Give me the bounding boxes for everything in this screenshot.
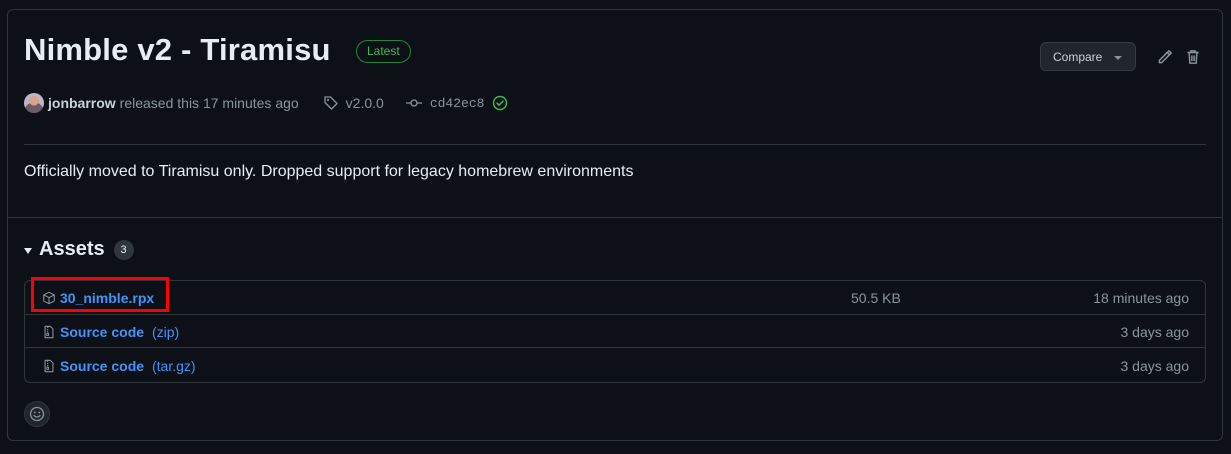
asset-size: 50.5 KB [851,289,901,306]
compare-label: Compare [1053,49,1103,64]
assets-count-badge: 3 [113,239,134,260]
file-zip-icon [44,325,54,338]
latest-badge: Latest [356,40,411,63]
release-card: Nimble v2 - Tiramisu Latest Compare jonb… [7,9,1223,441]
triangle-down-icon [24,247,32,254]
tag-icon [324,96,338,110]
commit-link[interactable]: cd42ec8 [405,95,509,111]
pencil-icon[interactable] [1156,48,1174,66]
asset-row: Source code (tar.gz) 3 days ago [25,347,1205,383]
avatar[interactable] [24,93,44,113]
asset-ext[interactable]: (tar.gz) [152,358,196,374]
released-text: released this 17 minutes ago [119,95,299,111]
source-code-tar-link[interactable]: Source code [60,358,144,374]
asset-ext[interactable]: (zip) [152,324,179,340]
highlight-box [31,277,169,312]
source-code-zip-link[interactable]: Source code [60,324,144,340]
author-link[interactable]: jonbarrow [48,95,116,111]
tag-link[interactable]: v2.0.0 [323,95,384,111]
assets-title: Assets [39,238,105,260]
chevron-down-icon [1114,55,1123,60]
asset-time: 3 days ago [1120,357,1190,374]
asset-time: 3 days ago [1120,323,1190,340]
release-notes: Officially moved to Tiramisu only. Dropp… [24,163,634,180]
smiley-icon [29,406,45,422]
assets-list: 30_nimble.rpx 50.5 KB 18 minutes ago Sou… [24,280,1206,383]
trash-icon[interactable] [1184,48,1202,66]
tag-label: v2.0.0 [345,95,384,111]
assets-toggle[interactable]: Assets 3 [24,238,134,261]
file-zip-icon [44,359,54,372]
compare-button[interactable]: Compare [1040,42,1136,71]
divider [8,217,1222,218]
git-commit-icon [405,99,422,107]
asset-row: Source code (zip) 3 days ago [25,314,1205,348]
divider [24,144,1206,145]
asset-row: 30_nimble.rpx 50.5 KB 18 minutes ago [25,281,1205,314]
check-circle-icon[interactable] [492,95,508,111]
release-title[interactable]: Nimble v2 - Tiramisu [24,32,331,68]
commit-hash: cd42ec8 [429,95,485,111]
add-reaction-button[interactable] [24,401,50,427]
release-meta: jonbarrow released this 17 minutes ago v… [24,92,508,114]
asset-time: 18 minutes ago [1093,289,1189,306]
